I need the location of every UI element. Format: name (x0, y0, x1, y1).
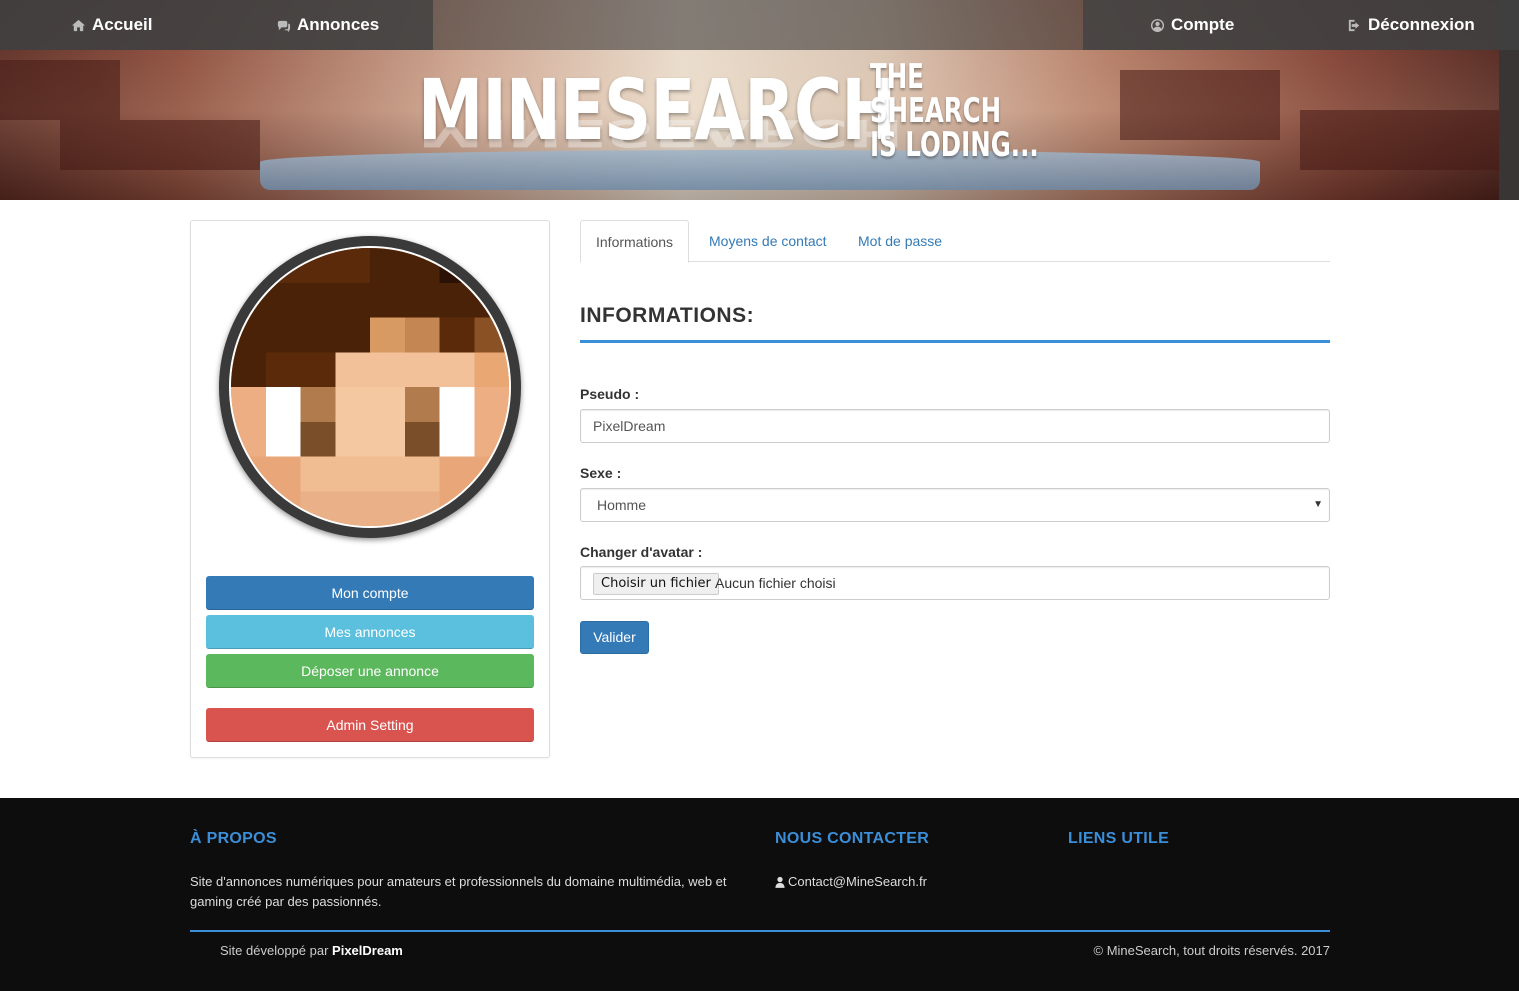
avatar-file-input: Choisir un fichier Aucun fichier choisi (580, 566, 1330, 600)
file-status-text: Aucun fichier choisi (715, 575, 836, 591)
submit-button[interactable]: Valider (580, 621, 649, 654)
nav-home-link[interactable]: Accueil (71, 0, 152, 50)
nav-home-label: Accueil (92, 15, 153, 34)
pseudo-label: Pseudo : (580, 386, 640, 402)
sexe-label: Sexe : (580, 465, 622, 481)
my-ads-button[interactable]: Mes annonces (206, 615, 534, 649)
admin-setting-button[interactable]: Admin Setting (206, 708, 534, 742)
sexe-selected-value: Homme (597, 497, 647, 513)
footer-credit-prefix: Site développé par (220, 943, 329, 958)
account-tabs: Informations Moyens de contact Mot de pa… (580, 220, 1330, 263)
profile-sidebar: Mon compte Mes annonces Déposer une anno… (190, 220, 550, 758)
footer-about-text: Site d'annonces numériques pour amateurs… (190, 874, 727, 909)
my-account-button[interactable]: Mon compte (206, 576, 534, 610)
section-title: INFORMATIONS: (580, 304, 755, 327)
avatar-image (229, 246, 511, 528)
footer-divider (190, 930, 1330, 932)
post-ad-button[interactable]: Déposer une annonce (206, 654, 534, 688)
caret-down-icon: ▼ (1313, 499, 1323, 510)
footer-contact-heading: NOUS CONTACTER (775, 830, 930, 847)
tab-informations[interactable]: Informations (580, 220, 690, 263)
comments-icon (277, 20, 291, 32)
choose-file-button[interactable]: Choisir un fichier (593, 573, 719, 595)
tab-contact-methods[interactable]: Moyens de contact (694, 220, 842, 262)
footer-copyright: © MineSearch, tout droits réservés. 2017 (1093, 943, 1330, 958)
avatar (219, 236, 521, 538)
user-circle-icon (1150, 18, 1165, 32)
banner-block (1300, 110, 1500, 170)
banner-block (60, 120, 260, 170)
avatar-label: Changer d'avatar : (580, 544, 703, 560)
footer-contact-email[interactable]: Contact@MineSearch.fr (775, 872, 927, 892)
user-icon (775, 876, 785, 888)
home-icon (71, 19, 86, 31)
nav-ads-label: Annonces (297, 15, 380, 34)
footer-about-heading: À PROPOS (190, 830, 277, 847)
sexe-select[interactable]: Homme ▼ (580, 488, 1330, 522)
top-navbar: Accueil Annonces Compte Déconnexion (0, 0, 1519, 50)
site-footer: À PROPOS Site d'annonces numériques pour… (0, 798, 1519, 991)
nav-logout-link[interactable]: Déconnexion (1347, 0, 1475, 50)
banner-block (0, 60, 120, 120)
pixel-face-avatar (231, 248, 509, 526)
footer-credit: Site développé par PixelDream (220, 943, 403, 958)
contact-email-text: Contact@MineSearch.fr (788, 874, 927, 889)
tab-password[interactable]: Mot de passe (843, 220, 957, 262)
section-divider (580, 340, 1330, 343)
logo-tagline-line: THE (870, 57, 924, 97)
nav-ads-link[interactable]: Annonces (276, 0, 379, 50)
sign-out-icon (1348, 19, 1360, 31)
nav-account-link[interactable]: Compte (1150, 0, 1234, 50)
footer-credit-name[interactable]: PixelDream (332, 943, 403, 958)
logo-reflection: MINESEARCH (418, 111, 904, 156)
nav-account-label: Compte (1171, 15, 1235, 34)
footer-links-heading: LIENS UTILE (1068, 830, 1170, 847)
pseudo-input[interactable]: PixelDream (580, 409, 1330, 443)
nav-logout-label: Déconnexion (1368, 15, 1475, 34)
banner-block (1120, 70, 1280, 140)
nav-middle-spacer (433, 0, 1083, 50)
